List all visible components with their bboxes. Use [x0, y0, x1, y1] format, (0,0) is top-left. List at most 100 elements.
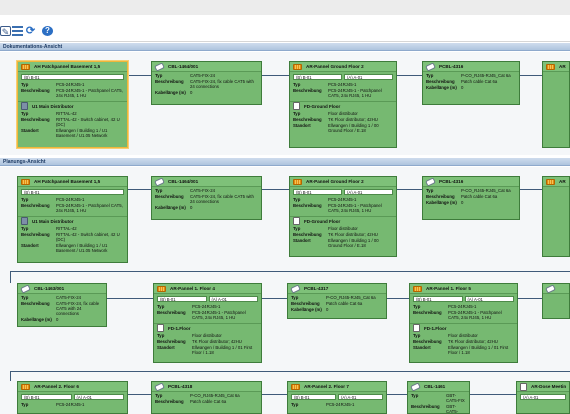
connector-line	[518, 298, 542, 299]
port-a[interactable]: (A) A-01	[520, 394, 566, 400]
card-title: AR-Pannel 2. Floor 6	[34, 384, 79, 389]
patchpanel-card[interactable]: AR	[542, 61, 570, 148]
typ-value: RITTAL-42	[56, 226, 77, 231]
typ-value: P-CO_RJ45-RJ45_Cat 6a	[461, 73, 511, 78]
sub-title: FD-Ground Floor	[304, 218, 341, 224]
standort-value: Ellwangen / Building 1 / U1 Basement / U…	[56, 243, 108, 253]
patch-cable-icon	[425, 62, 436, 72]
kabellaenge-value: 0	[56, 317, 59, 322]
port-a[interactable]: (A) A-01	[208, 296, 258, 302]
beschreibung-value: CAT5-FIX-24, fix cable CAT5 with 24 conn…	[190, 79, 254, 89]
cable-icon	[410, 382, 421, 392]
patchpanel-card[interactable]: AR-Pannel 1. Floor 4 (B) B-01 (A) A-01 Ty…	[153, 283, 262, 363]
patch-cable-icon	[154, 382, 165, 392]
kabellaenge-label: Kabellänge (m)	[155, 90, 186, 95]
card-title: AR-Pannel Ground Floor 2	[306, 64, 364, 69]
patchpanel-icon	[293, 178, 302, 185]
sub-title: FD-1.Floor	[424, 325, 447, 331]
patchpanel-icon	[413, 285, 422, 292]
beschreibung-label: Beschreibung	[293, 232, 322, 237]
port-a[interactable]: (A) A-01	[73, 394, 124, 400]
beschreibung-value: Patch cable Cat 6a	[190, 399, 227, 404]
port-b[interactable]: (B) B-01	[293, 189, 342, 195]
standort-value: Ellwangen / Building 1 / 00 Ground Floor…	[328, 123, 379, 133]
typ-label: Typ	[426, 73, 434, 78]
typ-label: Typ	[291, 402, 299, 407]
kabellaenge-label: Kabellänge (m)	[155, 205, 186, 210]
section-planning-title: Planungs-Ansicht	[0, 158, 570, 166]
port-b[interactable]: (B) B-01	[413, 296, 463, 302]
typ-value: Floor distributor	[328, 226, 358, 231]
patchpanel-card[interactable]: AR-Pannel 1. Floor 5 (B) B-01 (A) A-01 Ty…	[409, 283, 518, 363]
connector-line	[520, 75, 542, 76]
typ-value: P-CO_RJ45-RJ45_Cat 6a	[461, 188, 511, 193]
typ-label: Typ	[293, 82, 301, 87]
patchpanel-card[interactable]: AR-Pannel 2. Floor 6 (B) B-01 (A) A-01 Ty…	[17, 381, 128, 414]
cable-card[interactable]: CBL-1464/001 Typ CAT5-FIX-24 Beschreibung…	[151, 61, 262, 105]
typ-label: Typ	[21, 111, 29, 116]
refresh-icon[interactable]: ⟳	[25, 26, 36, 37]
typ-label: Typ	[413, 304, 421, 309]
beschreibung-value: CAT5-FIX-24, fix cable CAT5 with 24 conn…	[56, 301, 100, 316]
connector-line	[397, 189, 422, 190]
patchpanel-card[interactable]: AH Patchpannel Basement 1,5 (B) B-01 Typ…	[17, 176, 128, 263]
connector-line	[262, 298, 287, 299]
grid-icon[interactable]	[12, 26, 23, 36]
cable-card[interactable]: PCBL-4316 Typ P-CO_RJ45-RJ45_Cat 6a Besch…	[422, 176, 520, 220]
port-b[interactable]: (B) B-01	[291, 394, 336, 400]
beschreibung-label: Beschreibung	[291, 301, 320, 306]
port-a[interactable]: (A) A-01	[344, 74, 393, 80]
card-title: AR-Pannel 1. Floor 5	[426, 286, 471, 291]
beschreibung-value: Patch cable Cat 6a	[461, 194, 498, 199]
patchpanel-card[interactable]: AR-Pannel Ground Floor 2 (B) B-01 (A) A-0…	[289, 61, 397, 148]
port-b[interactable]: (B) B-01	[21, 74, 124, 80]
help-icon[interactable]: ?	[42, 26, 53, 36]
kabellaenge-value: 0	[461, 85, 464, 90]
port-b[interactable]: (B) B-01	[157, 296, 207, 302]
port-b[interactable]: (B) B-01	[293, 74, 342, 80]
connector-line	[387, 394, 407, 395]
cable-card[interactable]	[542, 283, 570, 319]
section-documentation-title: Dokumentations-Ansicht	[0, 43, 570, 51]
cable-card[interactable]: CBL-1464/001 Typ CAT5-FIX-24 Beschreibung…	[151, 176, 262, 220]
wall-outlet-card[interactable]: AR-Dose Meetin (A) A-01	[516, 381, 570, 414]
card-title: AH Patchpannel Basement 1,5	[34, 64, 101, 69]
port-a[interactable]: (A) A-01	[464, 296, 514, 302]
typ-label: Typ	[293, 197, 301, 202]
beschreibung-value: PC5-24RJ45-1 - Patchpanel CAT5, 24x RJ45…	[56, 203, 123, 213]
wall-outlet-icon	[520, 382, 527, 391]
cable-card[interactable]: PCBL-4318 Typ P-CO_RJ45-RJ45_Cat 6a Besch…	[151, 381, 262, 414]
cable-card[interactable]: CBL-1461 Typ GBT-CAT5-FIX Beschreibung GBT…	[407, 381, 470, 414]
sub-title: U1 Main Distributor	[32, 218, 74, 224]
port-b[interactable]: (B) B-01	[21, 189, 124, 195]
card-title: AR-Pannel 2. Floor 7	[304, 384, 349, 389]
kabellaenge-label: Kabellänge (m)	[426, 85, 457, 90]
patchpanel-card[interactable]: AR-Pannel 2. Floor 7 (B) B-01 (A) A-01 Ty…	[287, 381, 387, 414]
port-a[interactable]: (A) A-01	[344, 189, 393, 195]
beschreibung-label: Beschreibung	[413, 339, 442, 344]
typ-label: Typ	[293, 226, 301, 231]
kabellaenge-label: Kabellänge (m)	[21, 317, 52, 322]
cable-card[interactable]: CBL-1463/001 Typ CAT5-FIX-24 Beschreibung…	[17, 283, 107, 327]
typ-value: PC5-24RJ45-1	[328, 82, 357, 87]
floor-distributor-icon	[157, 324, 164, 332]
typ-label: Typ	[155, 393, 163, 398]
typ-value: PC5-24RJ45-1	[192, 304, 221, 309]
beschreibung-label: Beschreibung	[411, 404, 440, 409]
cable-card[interactable]: PCBL-4316 Typ P-CO_RJ45-RJ45_Cat 6a Besch…	[422, 61, 520, 105]
kabellaenge-value: 0	[326, 307, 329, 312]
kabellaenge-value: 0	[190, 90, 193, 95]
beschreibung-label: Beschreibung	[293, 117, 322, 122]
patchpanel-card[interactable]: AR	[542, 176, 570, 257]
patchpanel-card[interactable]: AR-Pannel Ground Floor 2 (B) B-01 (A) A-0…	[289, 176, 397, 257]
card-title: AR-Dose Meetin	[531, 384, 567, 389]
edit-icon[interactable]: ✎	[0, 26, 11, 37]
port-a[interactable]: (A) A-01	[338, 394, 383, 400]
beschreibung-value: PC5-24RJ45-1 - Patchpanel CAT5, 24x RJ45…	[448, 310, 502, 320]
card-title: AR-Pannel 1. Floor 4	[170, 286, 215, 291]
cable-card[interactable]: PCBL-4317 Typ P-CO_RJ45-RJ45_Cat 6a Besch…	[287, 283, 387, 319]
typ-value: Floor distributor	[328, 111, 358, 116]
patchpanel-card[interactable]: AH Patchpannel Basement 1,5 (B) B-01 Typ…	[17, 61, 128, 148]
port-b[interactable]: (B) B-01	[21, 394, 72, 400]
connector-line	[520, 189, 542, 190]
